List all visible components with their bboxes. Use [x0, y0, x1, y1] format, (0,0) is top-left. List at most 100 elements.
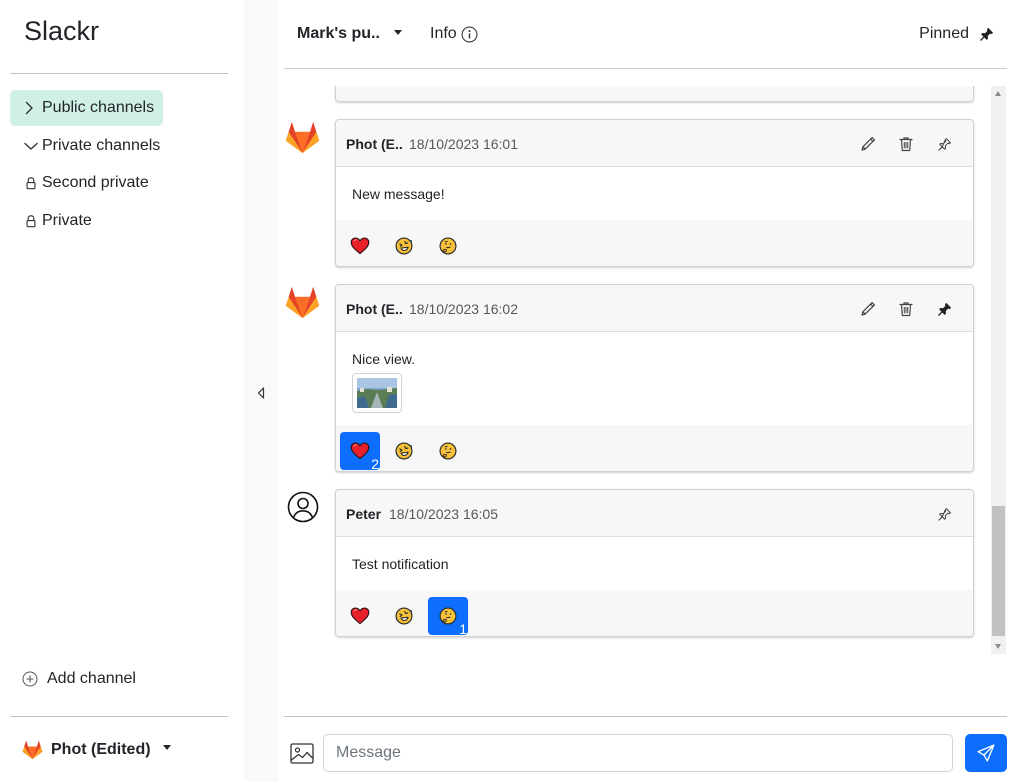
image-icon — [289, 742, 314, 764]
add-channel-label: Add channel — [47, 670, 136, 687]
message-timestamp: 18/10/2023 16:01 — [409, 136, 518, 152]
gitlab-fox-icon — [22, 740, 43, 759]
react-heart-button[interactable] — [340, 227, 380, 265]
trash-icon — [898, 136, 914, 152]
user-menu-toggle[interactable]: Phot (Edited) — [22, 740, 171, 759]
message-body: New message! — [336, 167, 973, 220]
sidebar-item-label: Public channels — [42, 99, 155, 116]
pin-outline-icon — [937, 137, 952, 152]
message-footer — [336, 86, 973, 101]
sidebar-item-second-private[interactable]: Second private — [10, 165, 228, 201]
send-message-button[interactable] — [965, 734, 1007, 772]
delete-message-button[interactable] — [887, 298, 925, 320]
slackr-app: Slackr Public channels Private channels … — [0, 0, 1015, 782]
lock-icon — [24, 213, 42, 229]
message-card: Phot (E.. 18/10/2023 16:02 Nice view. 2 — [335, 284, 974, 472]
pin-filled-icon — [937, 302, 952, 317]
trash-icon — [898, 301, 914, 317]
react-think-button[interactable] — [428, 432, 468, 470]
collapse-sidebar-button[interactable] — [255, 386, 267, 400]
chevron-right-icon — [24, 101, 42, 115]
message-actions — [925, 503, 963, 525]
attach-image-button[interactable] — [289, 741, 314, 765]
thinking-face-icon — [438, 441, 458, 461]
react-laugh-button[interactable] — [384, 597, 424, 635]
send-icon — [977, 744, 995, 762]
react-laugh-button[interactable] — [384, 432, 424, 470]
pencil-icon — [860, 136, 876, 152]
message-actions — [849, 298, 963, 320]
caret-down-icon — [393, 29, 402, 35]
message-author: Peter — [346, 506, 382, 522]
react-laugh-button[interactable] — [384, 227, 424, 265]
sidebar-item-private-channels[interactable]: Private channels — [10, 128, 228, 164]
sidebar: Slackr Public channels Private channels … — [0, 0, 244, 782]
scrollbar-thumb[interactable] — [992, 506, 1005, 636]
plus-circle-icon — [22, 671, 38, 687]
message-text: Test notification — [352, 556, 449, 572]
message-header: Phot (E.. 18/10/2023 16:01 — [336, 120, 973, 167]
react-heart-button[interactable] — [340, 597, 380, 635]
info-circle-icon — [461, 26, 478, 43]
message-author: Phot (E.. — [346, 301, 403, 317]
user-circle-icon — [285, 489, 321, 525]
message-list-scrollbar[interactable] — [991, 86, 1006, 654]
add-channel-button[interactable]: Add channel — [22, 670, 136, 688]
heart-icon — [350, 606, 370, 626]
sidebar-item-label: Second private — [42, 174, 149, 191]
pin-outline-icon — [937, 507, 952, 522]
channel-nav: Public channels Private channels Second … — [10, 90, 228, 240]
delete-message-button[interactable] — [887, 133, 925, 155]
message-author: Phot (E.. — [346, 136, 403, 152]
scroll-down-arrow-icon[interactable] — [995, 644, 1001, 649]
sidebar-item-public-channels[interactable]: Public channels — [10, 90, 163, 126]
unpin-message-button[interactable] — [925, 298, 963, 320]
heart-icon — [350, 441, 370, 461]
message-timestamp: 18/10/2023 16:02 — [409, 301, 518, 317]
pin-message-button[interactable] — [925, 503, 963, 525]
message-actions — [849, 133, 963, 155]
pin-message-button[interactable] — [925, 133, 963, 155]
caret-down-icon — [162, 745, 171, 750]
app-title: Slackr — [24, 16, 100, 46]
laughing-face-icon — [394, 236, 414, 256]
heart-icon — [350, 236, 370, 256]
pinned-messages-button[interactable]: Pinned — [919, 25, 994, 43]
message-header: Peter 18/10/2023 16:05 — [336, 490, 973, 537]
channel-switcher[interactable]: Mark's pu.. — [297, 25, 402, 43]
channel-header: Mark's pu.. Info Pinned — [284, 0, 1007, 69]
chevron-down-icon — [24, 141, 42, 151]
pencil-icon — [860, 301, 876, 317]
channel-name: Mark's pu.. — [297, 25, 380, 42]
message-body: Nice view. — [336, 332, 973, 425]
thinking-face-icon — [438, 606, 458, 626]
gitlab-fox-icon — [284, 119, 320, 155]
sidebar-divider — [10, 73, 228, 74]
reaction-bar: 1 — [336, 590, 973, 636]
edit-message-button[interactable] — [849, 298, 887, 320]
message-image-thumbnail[interactable] — [352, 373, 402, 413]
message-header: Phot (E.. 18/10/2023 16:02 — [336, 285, 973, 332]
info-label: Info — [430, 25, 457, 42]
message-card-partial — [335, 86, 974, 102]
thinking-face-icon — [438, 236, 458, 256]
react-think-button[interactable]: 1 — [428, 597, 468, 636]
gitlab-fox-icon — [284, 284, 320, 320]
scroll-up-arrow-icon[interactable] — [995, 91, 1001, 96]
caret-left-icon — [257, 387, 265, 399]
landscape-photo-icon — [357, 378, 397, 408]
message-text: New message! — [352, 186, 445, 202]
reaction-bar: 2 — [336, 425, 973, 471]
edit-message-button[interactable] — [849, 133, 887, 155]
user-name: Phot (Edited) — [51, 740, 151, 758]
message-input[interactable] — [323, 734, 953, 772]
reaction-bar — [336, 220, 973, 266]
react-heart-button[interactable]: 2 — [340, 432, 380, 471]
channel-info-button[interactable]: Info — [430, 25, 478, 43]
react-think-button[interactable] — [428, 227, 468, 265]
message-card: Peter 18/10/2023 16:05 Test notification… — [335, 489, 974, 637]
sidebar-item-private[interactable]: Private — [10, 203, 228, 239]
message-timestamp: 18/10/2023 16:05 — [389, 506, 498, 522]
laughing-face-icon — [394, 441, 414, 461]
composer-divider — [284, 716, 1007, 717]
